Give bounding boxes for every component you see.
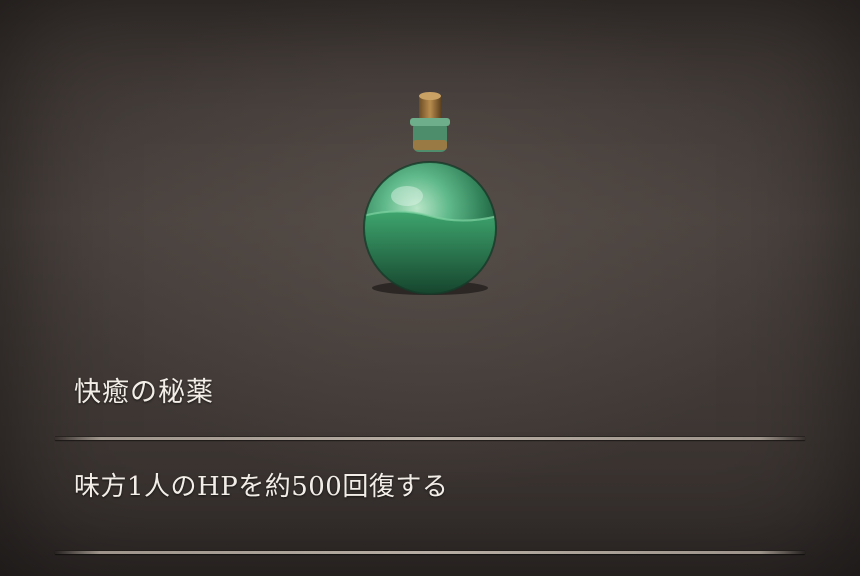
divider [55,437,805,440]
green-potion-flask-icon [363,92,497,295]
divider [55,551,805,554]
item-description: 味方1人のHPを約500回復する [74,472,449,502]
item-name: 快癒の秘薬 [74,377,214,408]
